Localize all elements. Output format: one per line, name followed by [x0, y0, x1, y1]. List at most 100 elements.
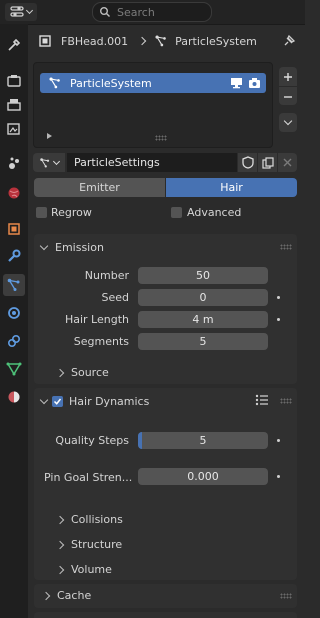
material-icon	[8, 391, 20, 403]
pin-icon[interactable]	[282, 34, 296, 48]
add-button[interactable]	[279, 67, 297, 86]
output-icon	[7, 99, 21, 111]
regrow-label: Regrow	[51, 206, 92, 219]
regrow-checkbox[interactable]	[36, 207, 47, 218]
header-bar: Search	[0, 0, 305, 25]
keyframe-dot-icon[interactable]	[277, 439, 280, 442]
source-subpanel-header[interactable]: Source	[55, 366, 109, 379]
object-icon	[8, 223, 20, 235]
keyframe-dot-icon[interactable]	[277, 475, 280, 478]
tab-scene[interactable]	[3, 152, 25, 174]
search-placeholder: Search	[117, 5, 155, 19]
keyframe-dot-icon[interactable]	[277, 318, 280, 321]
hair-dynamics-header[interactable]: Hair Dynamics	[39, 394, 149, 408]
segments-label: Segments	[73, 335, 129, 348]
tab-modifiers[interactable]	[3, 245, 25, 267]
tab-emitter[interactable]: Emitter	[34, 178, 165, 197]
quality-steps-label: Quality Steps	[55, 434, 129, 447]
tab-tool[interactable]	[3, 34, 25, 56]
duplicate-button[interactable]	[258, 153, 277, 172]
unlink-button[interactable]	[278, 153, 297, 172]
seed-label: Seed	[101, 291, 130, 304]
world-icon	[8, 187, 20, 199]
physics-icon	[8, 307, 20, 319]
monitor-icon[interactable]	[230, 77, 243, 89]
hair-length-value: 4 m	[192, 313, 214, 326]
view-layer-icon	[7, 123, 20, 135]
volume-label: Volume	[71, 563, 112, 576]
tab-render[interactable]	[3, 70, 25, 92]
settings-datablock-selector[interactable]	[33, 153, 65, 172]
settings-name-field[interactable]: ParticleSettings	[67, 153, 237, 172]
tab-hair[interactable]: Hair	[166, 178, 297, 197]
search-icon	[100, 7, 110, 17]
resize-grip-icon[interactable]	[155, 135, 167, 141]
breadcrumb: FBHead.001 ParticleSystem	[28, 24, 305, 58]
advanced-checkbox[interactable]	[171, 207, 182, 218]
structure-subpanel-header[interactable]: Structure	[55, 538, 122, 551]
tab-object[interactable]	[3, 218, 25, 240]
segments-value: 5	[199, 335, 207, 348]
number-label: Number	[84, 269, 129, 282]
remove-button[interactable]	[279, 86, 297, 106]
tab-world[interactable]	[3, 182, 25, 204]
tab-physics[interactable]	[3, 302, 25, 324]
mesh-object-icon	[39, 35, 51, 47]
chevron-right-icon	[55, 540, 65, 549]
render-icon	[7, 75, 21, 87]
keyframe-dot-icon[interactable]	[277, 296, 280, 299]
emission-header[interactable]: Emission	[39, 240, 104, 254]
tool-icon	[8, 38, 21, 51]
seed-field[interactable]: 0	[138, 289, 268, 306]
hair-dynamics-panel: Hair Dynamics Quality Steps 5 Pin Goal S…	[34, 388, 297, 580]
tab-particles[interactable]	[3, 274, 25, 296]
tab-data[interactable]	[3, 358, 25, 380]
settings-name: ParticleSettings	[74, 156, 160, 169]
particle-system-list[interactable]: ParticleSystem	[33, 62, 273, 148]
quality-steps-field[interactable]: 5	[138, 432, 268, 449]
tab-emitter-label: Emitter	[79, 181, 120, 194]
chevron-down-icon	[39, 241, 49, 250]
hair-length-field[interactable]: 4 m	[138, 311, 268, 328]
fake-user-button[interactable]	[238, 153, 257, 172]
segments-field[interactable]: 5	[138, 333, 268, 350]
mesh-data-icon	[6, 362, 22, 376]
chevron-right-icon	[55, 515, 65, 524]
tab-material[interactable]	[3, 386, 25, 408]
presets-list-icon[interactable]	[255, 394, 269, 406]
chevron-down-icon	[283, 116, 293, 126]
list-item[interactable]: ParticleSystem	[40, 73, 266, 93]
number-field[interactable]: 50	[138, 267, 268, 284]
tab-view-layer[interactable]	[3, 118, 25, 140]
source-label: Source	[71, 366, 109, 379]
volume-subpanel-header[interactable]: Volume	[55, 563, 112, 576]
list-menu-button[interactable]	[279, 113, 297, 132]
drag-handle-icon[interactable]	[280, 244, 292, 250]
next-panel-edge	[34, 612, 297, 618]
list-item-label: ParticleSystem	[70, 76, 152, 90]
camera-icon[interactable]	[248, 77, 261, 89]
drag-handle-icon[interactable]	[280, 593, 292, 599]
drag-handle-icon[interactable]	[280, 398, 292, 404]
search-field[interactable]: Search	[92, 2, 212, 22]
cache-header[interactable]: Cache	[41, 589, 91, 602]
advanced-label: Advanced	[187, 206, 242, 219]
expand-triangle-icon[interactable]	[47, 133, 52, 139]
duplicate-icon	[261, 156, 274, 169]
chevron-down-icon	[25, 6, 34, 15]
properties-tab-bar	[0, 24, 28, 618]
quality-steps-fill	[138, 432, 142, 449]
editor-type-button[interactable]	[5, 3, 37, 21]
particles-icon	[7, 278, 20, 291]
tab-constraints[interactable]	[3, 330, 25, 352]
collisions-label: Collisions	[71, 513, 123, 526]
minus-icon	[284, 95, 292, 98]
chevron-right-icon	[55, 565, 65, 574]
hair-dynamics-checkbox[interactable]	[52, 395, 63, 407]
tab-output[interactable]	[3, 94, 25, 116]
collisions-subpanel-header[interactable]: Collisions	[55, 513, 123, 526]
tab-hair-label: Hair	[220, 181, 243, 194]
pin-goal-field[interactable]: 0.000	[138, 468, 268, 485]
emission-panel: Emission Number 50 Seed 0 Hair Length 4 …	[34, 234, 297, 384]
seed-value: 0	[199, 291, 207, 304]
